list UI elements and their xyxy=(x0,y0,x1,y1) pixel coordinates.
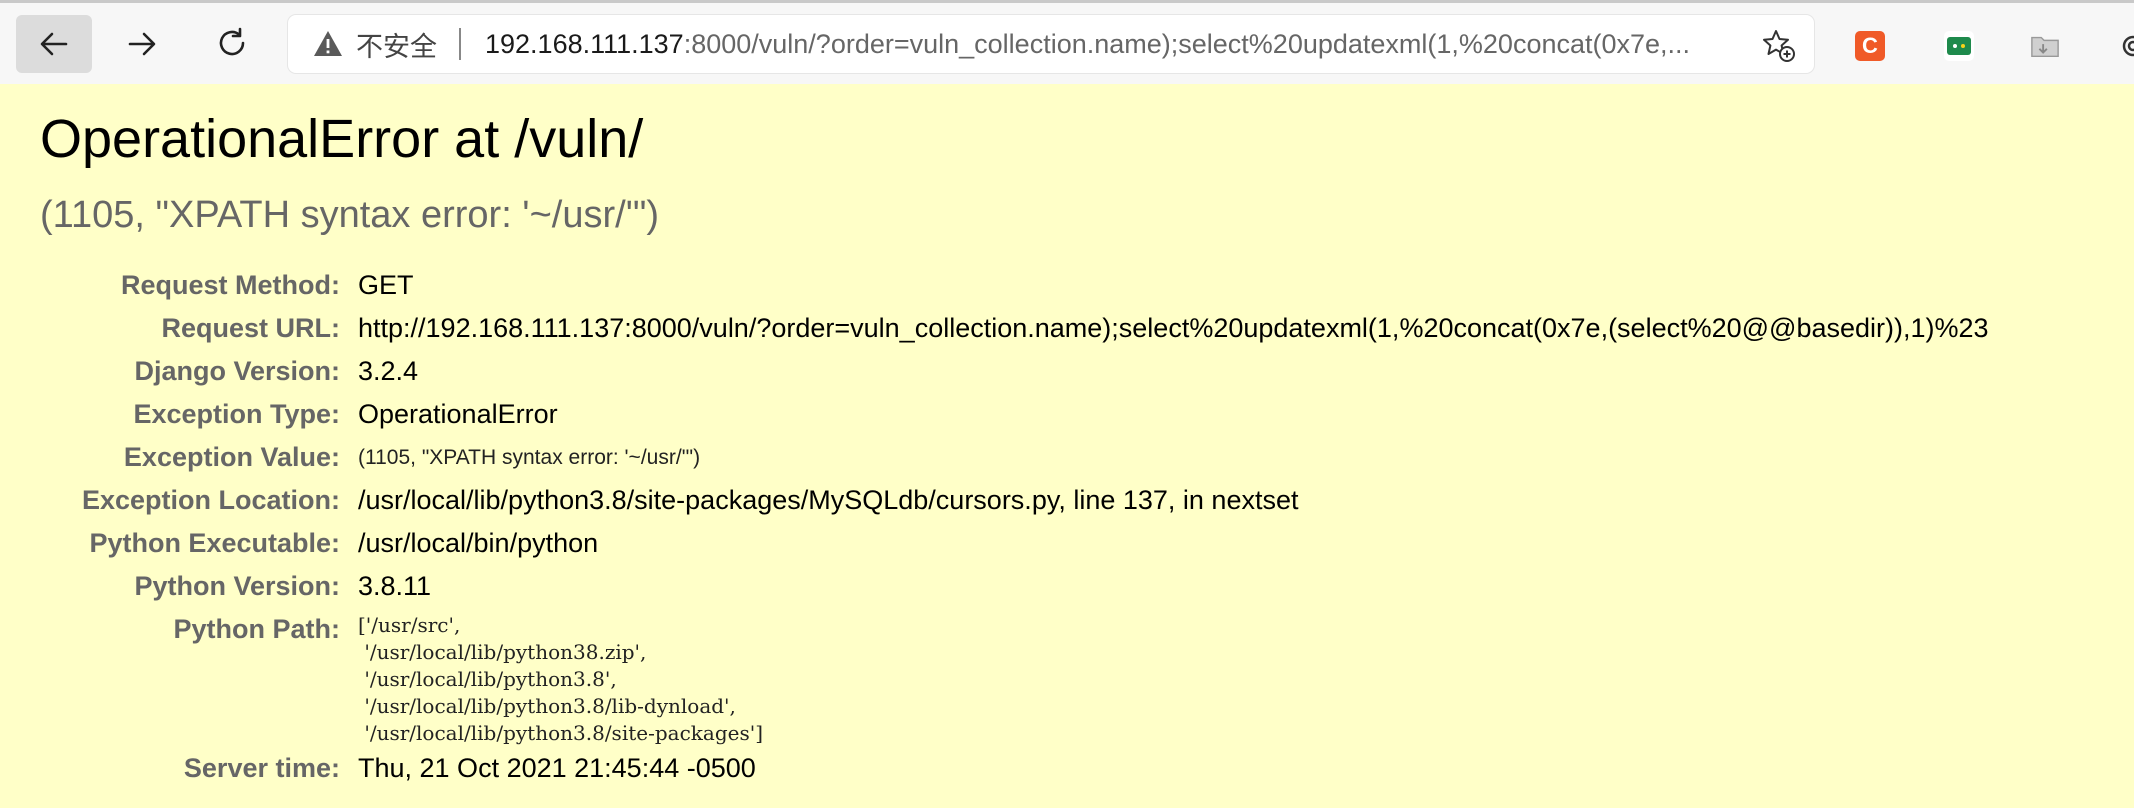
arrow-left-icon xyxy=(40,32,68,56)
request-url-label: Request URL: xyxy=(161,313,340,343)
exception-type-row: Exception Type: OperationalError xyxy=(0,393,1989,436)
error-title: OperationalError at /vuln/ xyxy=(40,109,644,169)
exception-value-value: (1105, "XPATH syntax error: '~/usr/'") xyxy=(358,446,701,469)
not-secure-label[interactable]: 不安全 xyxy=(356,25,437,64)
green-badge-icon xyxy=(1947,37,1971,55)
django-version-value: 3.2.4 xyxy=(358,356,419,386)
exception-type-value: OperationalError xyxy=(358,399,558,429)
python-executable-row: Python Executable: /usr/local/bin/python xyxy=(0,522,1989,565)
reload-button[interactable] xyxy=(194,15,270,73)
request-meta-table: Request Method: GET Request URL: http://… xyxy=(0,264,1989,790)
exception-location-value: /usr/local/lib/python3.8/site-packages/M… xyxy=(358,485,1299,515)
python-path-value: ['/usr/src', '/usr/local/lib/python38.zi… xyxy=(358,608,1989,747)
python-path-line: ['/usr/src', xyxy=(358,613,461,637)
exception-location-label: Exception Location: xyxy=(81,485,340,515)
python-path-list: ['/usr/src', '/usr/local/lib/python38.zi… xyxy=(358,608,1989,747)
address-separator xyxy=(459,28,461,60)
python-path-row: Python Path: ['/usr/src', '/usr/local/li… xyxy=(0,608,1989,747)
request-method-label: Request Method: xyxy=(121,270,340,300)
python-path-label: Python Path: xyxy=(173,614,341,644)
url-host: 192.168.111.137 xyxy=(485,28,684,59)
python-path-line: '/usr/local/lib/python3.8', xyxy=(358,667,617,691)
arrow-right-icon xyxy=(128,32,156,56)
folder-icon xyxy=(2031,36,2059,58)
error-subtitle: (1105, "XPATH syntax error: '~/usr/'") xyxy=(40,194,660,236)
request-method-value: GET xyxy=(358,270,414,300)
address-bar[interactable]: 不安全 192.168.111.137:8000/vuln/?order=vul… xyxy=(288,15,1814,73)
green-extension-icon[interactable] xyxy=(1944,31,1974,61)
server-time-row: Server time: Thu, 21 Oct 2021 21:45:44 -… xyxy=(0,747,1989,790)
c-extension-label: C xyxy=(1862,33,1878,58)
folder-extension-icon[interactable] xyxy=(2030,31,2060,61)
server-time-value: Thu, 21 Oct 2021 21:45:44 -0500 xyxy=(358,753,756,783)
server-time-label: Server time: xyxy=(183,753,340,783)
browser-toolbar: 不安全 192.168.111.137:8000/vuln/?order=vul… xyxy=(0,0,2134,84)
error-page: OperationalError at /vuln/ (1105, "XPATH… xyxy=(0,84,2134,808)
python-executable-label: Python Executable: xyxy=(89,528,340,558)
python-executable-value: /usr/local/bin/python xyxy=(358,528,599,558)
add-favorite-icon[interactable] xyxy=(1760,27,1796,63)
request-url-row: Request URL: http://192.168.111.137:8000… xyxy=(0,307,1989,350)
python-path-line: '/usr/local/lib/python3.8/site-packages'… xyxy=(358,721,764,745)
request-url-value: http://192.168.111.137:8000/vuln/?order=… xyxy=(358,313,1989,343)
django-version-row: Django Version: 3.2.4 xyxy=(0,350,1989,393)
exception-location-row: Exception Location: /usr/local/lib/pytho… xyxy=(0,479,1989,522)
back-button[interactable] xyxy=(16,15,92,73)
python-version-label: Python Version: xyxy=(134,571,340,601)
reload-icon xyxy=(219,27,245,56)
forward-button[interactable] xyxy=(104,15,180,73)
url-text[interactable]: 192.168.111.137:8000/vuln/?order=vuln_co… xyxy=(485,29,1705,60)
exception-value-row: Exception Value: (1105, "XPATH syntax er… xyxy=(0,436,1989,479)
python-version-value: 3.8.11 xyxy=(358,571,432,601)
django-version-label: Django Version: xyxy=(134,356,340,386)
warning-icon[interactable] xyxy=(312,28,344,60)
python-path-line: '/usr/local/lib/python3.8/lib-dynload', xyxy=(358,694,736,718)
exception-type-label: Exception Type: xyxy=(133,399,340,429)
url-path: :8000/vuln/?order=vuln_collection.name);… xyxy=(683,28,1691,59)
python-path-line: '/usr/local/lib/python38.zip', xyxy=(358,640,647,664)
python-version-row: Python Version: 3.8.11 xyxy=(0,565,1989,608)
request-method-row: Request Method: GET xyxy=(0,264,1989,307)
c-extension-icon[interactable]: C xyxy=(1855,31,1885,61)
exception-value-label: Exception Value: xyxy=(123,442,340,472)
settings-icon[interactable] xyxy=(2118,31,2134,61)
gear-icon xyxy=(2122,35,2134,57)
